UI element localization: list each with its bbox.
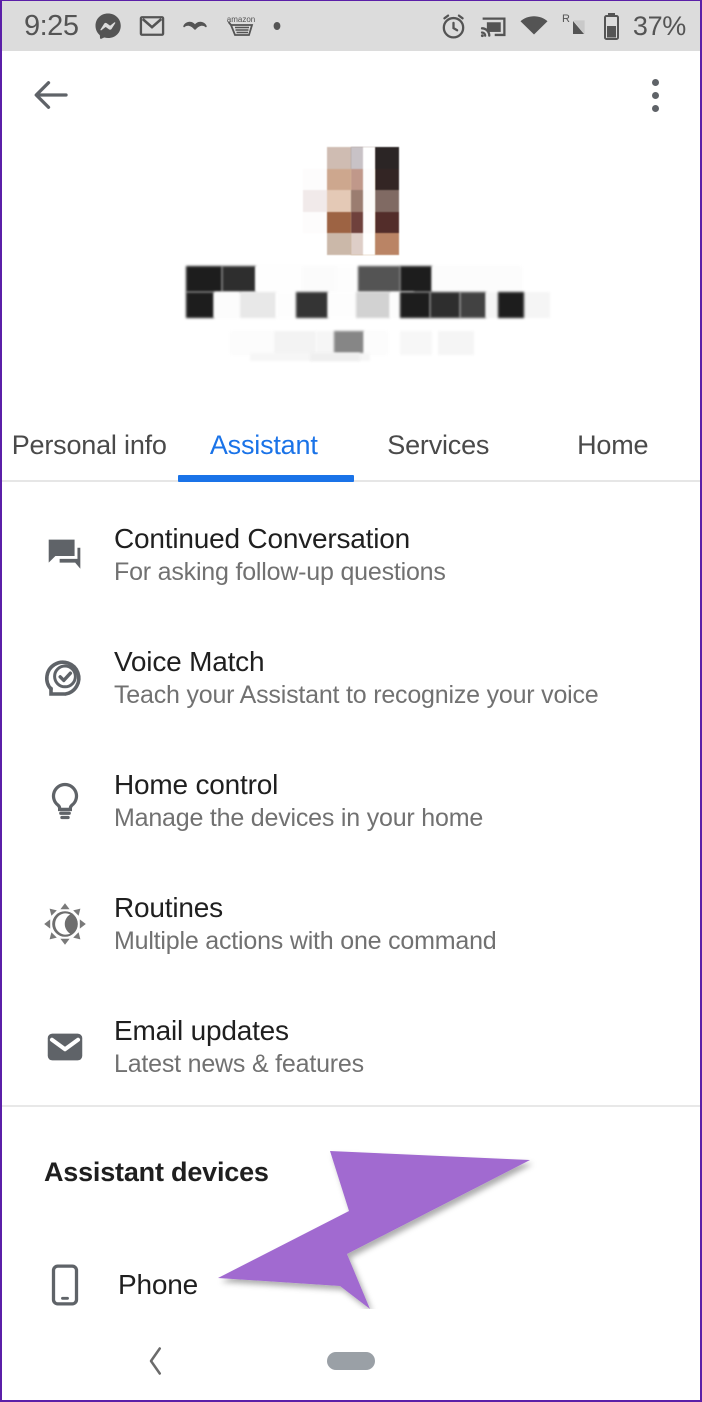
more-vert-icon-dot3	[651, 104, 659, 112]
list-item-text: Continued Conversation For asking follow…	[114, 523, 446, 587]
list-item-text: Home control Manage the devices in your …	[114, 769, 483, 833]
list-item-text: Email updates Latest news & features	[114, 1015, 364, 1079]
sun-moon-routines-icon	[38, 897, 92, 951]
list-item-subtitle: Multiple actions with one command	[114, 926, 497, 955]
list-item-title: Continued Conversation	[114, 522, 411, 554]
svg-text:R: R	[562, 13, 570, 25]
arrow-back-icon	[34, 81, 68, 109]
chevron-left-icon	[149, 1347, 161, 1375]
list-item-email-updates[interactable]: Email updates Latest news & features	[2, 985, 700, 1108]
list-item-home-control[interactable]: Home control Manage the devices in your …	[2, 739, 700, 862]
chat-bubbles-icon	[38, 528, 92, 582]
mustache-icon	[183, 21, 208, 30]
user-name-redacted	[2, 266, 700, 318]
status-bar: 9:25 amazon R 37%	[2, 1, 700, 51]
active-tab-indicator	[178, 475, 354, 482]
list-item-title: Email updates	[114, 1014, 289, 1046]
user-email-redacted	[2, 331, 700, 361]
list-item-subtitle: For asking follow-up questions	[114, 557, 446, 586]
tab-assistant[interactable]: Assistant	[177, 406, 352, 484]
more-vert-icon-dot2	[651, 91, 659, 99]
profile-header	[2, 141, 700, 406]
signal-roaming-icon: R	[562, 13, 585, 34]
device-label: Phone	[118, 1269, 198, 1300]
list-item-subtitle: Manage the devices in your home	[114, 803, 484, 832]
cast-icon	[480, 16, 506, 37]
back-button[interactable]	[28, 71, 76, 119]
status-bar-left: 9:25 amazon	[24, 11, 283, 41]
list-item-voice-match[interactable]: Voice Match Teach your Assistant to reco…	[2, 616, 700, 739]
list-item-text: Voice Match Teach your Assistant to reco…	[114, 646, 599, 710]
list-item-text: Routines Multiple actions with one comma…	[114, 891, 497, 956]
smartphone-icon	[42, 1259, 88, 1311]
section-heading: Assistant devices	[44, 1157, 269, 1187]
device-item-phone[interactable]: Phone	[2, 1249, 700, 1321]
list-item-subtitle: Latest news & features	[114, 1049, 364, 1078]
alarm-icon	[442, 13, 465, 39]
list-item-routines[interactable]: Routines Multiple actions with one comma…	[2, 862, 700, 985]
list-item-title: Routines	[114, 891, 223, 923]
app-bar	[2, 51, 700, 141]
tab-home[interactable]: Home	[526, 406, 701, 484]
battery-percent-label: 37%	[632, 10, 686, 41]
system-nav-bar	[2, 1322, 700, 1400]
envelope-icon	[38, 1020, 92, 1074]
status-bar-right: R 37%	[439, 11, 686, 42]
tab-bar: Personal info Assistant Services Home	[2, 406, 700, 484]
list-item-title: Home control	[114, 768, 279, 800]
assistant-settings-list: Continued Conversation For asking follow…	[2, 493, 700, 1108]
list-item-title: Voice Match	[114, 645, 265, 677]
lightbulb-icon	[38, 774, 92, 828]
section-divider	[2, 1105, 700, 1107]
list-item-subtitle: Teach your Assistant to recognize your v…	[114, 680, 599, 709]
wifi-icon	[520, 16, 548, 35]
gmail-icon	[140, 16, 165, 36]
amazon-cart-icon: amazon	[227, 15, 256, 36]
status-clock: 9:25	[24, 9, 79, 42]
voice-match-check-icon	[38, 651, 92, 705]
phone-screen: 9:25 amazon R 37% Personal info Assistan…	[0, 0, 702, 1402]
tab-personal-info[interactable]: Personal info	[2, 406, 177, 484]
avatar-right-half	[351, 147, 399, 255]
list-item-continued-conversation[interactable]: Continued Conversation For asking follow…	[2, 493, 700, 616]
nav-back-button[interactable]	[134, 1339, 178, 1383]
more-vert-icon	[651, 78, 659, 86]
battery-icon	[603, 12, 619, 40]
overflow-menu-button[interactable]	[632, 71, 678, 119]
tab-services[interactable]: Services	[351, 406, 526, 484]
home-pill-icon[interactable]	[327, 1352, 375, 1370]
dot-icon	[274, 22, 281, 30]
messenger-icon	[95, 13, 122, 39]
svg-text:amazon: amazon	[227, 15, 255, 24]
